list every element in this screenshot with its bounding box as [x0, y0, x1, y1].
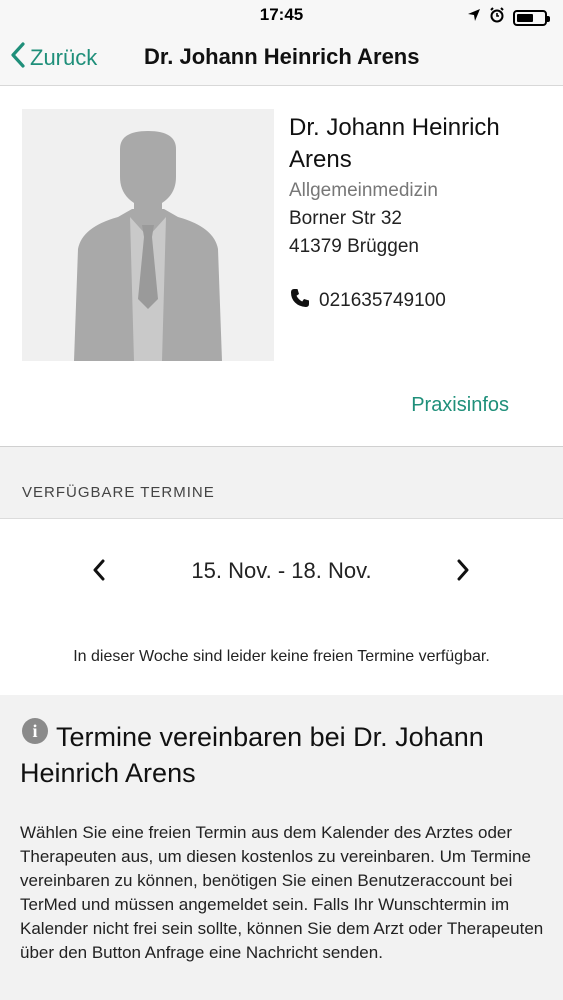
- no-slots-message: In dieser Woche sind leider keine freien…: [73, 648, 490, 665]
- battery-icon: [513, 9, 550, 26]
- back-button[interactable]: Zurück: [10, 38, 97, 78]
- status-icons: [467, 7, 550, 28]
- section-title: VERFÜGBARE TERMINE: [22, 484, 215, 501]
- avatar-placeholder: [22, 109, 274, 361]
- info-heading: Termine vereinbaren bei Dr. Johann Heinr…: [20, 722, 484, 788]
- praxisinfos-link[interactable]: Praxisinfos: [411, 394, 509, 417]
- chevron-right-icon: [456, 559, 470, 586]
- location-arrow-icon: [467, 8, 481, 27]
- phone-number: 021635749100: [319, 289, 446, 311]
- phone-link[interactable]: 021635749100: [289, 287, 446, 314]
- doctor-specialty: Allgemeinmedizin: [289, 180, 438, 201]
- phone-icon: [289, 287, 311, 314]
- week-selector: 15. Nov. - 18. Nov. In dieser Woche sind…: [0, 519, 563, 695]
- alarm-clock-icon: [489, 7, 505, 28]
- page-title: Dr. Johann Heinrich Arens: [144, 44, 420, 69]
- doctor-street: Borner Str 32: [289, 208, 402, 229]
- navigation-bar: Zurück Dr. Johann Heinrich Arens: [0, 30, 563, 86]
- chevron-left-icon: [10, 41, 30, 75]
- status-bar: 17:45: [0, 0, 563, 30]
- back-button-label: Zurück: [30, 45, 98, 70]
- info-body: Wählen Sie eine freien Termin aus dem Ka…: [20, 823, 544, 962]
- info-section: i Termine vereinbaren bei Dr. Johann Hei…: [0, 695, 563, 1000]
- doctor-city: 41379 Brüggen: [289, 236, 419, 257]
- doctor-name: Dr. Johann Heinrich Arens: [289, 114, 500, 173]
- available-appointments-header: VERFÜGBARE TERMINE: [0, 447, 563, 519]
- doctor-card: Dr. Johann Heinrich Arens Allgemeinmediz…: [0, 87, 563, 447]
- next-week-button[interactable]: [446, 555, 480, 589]
